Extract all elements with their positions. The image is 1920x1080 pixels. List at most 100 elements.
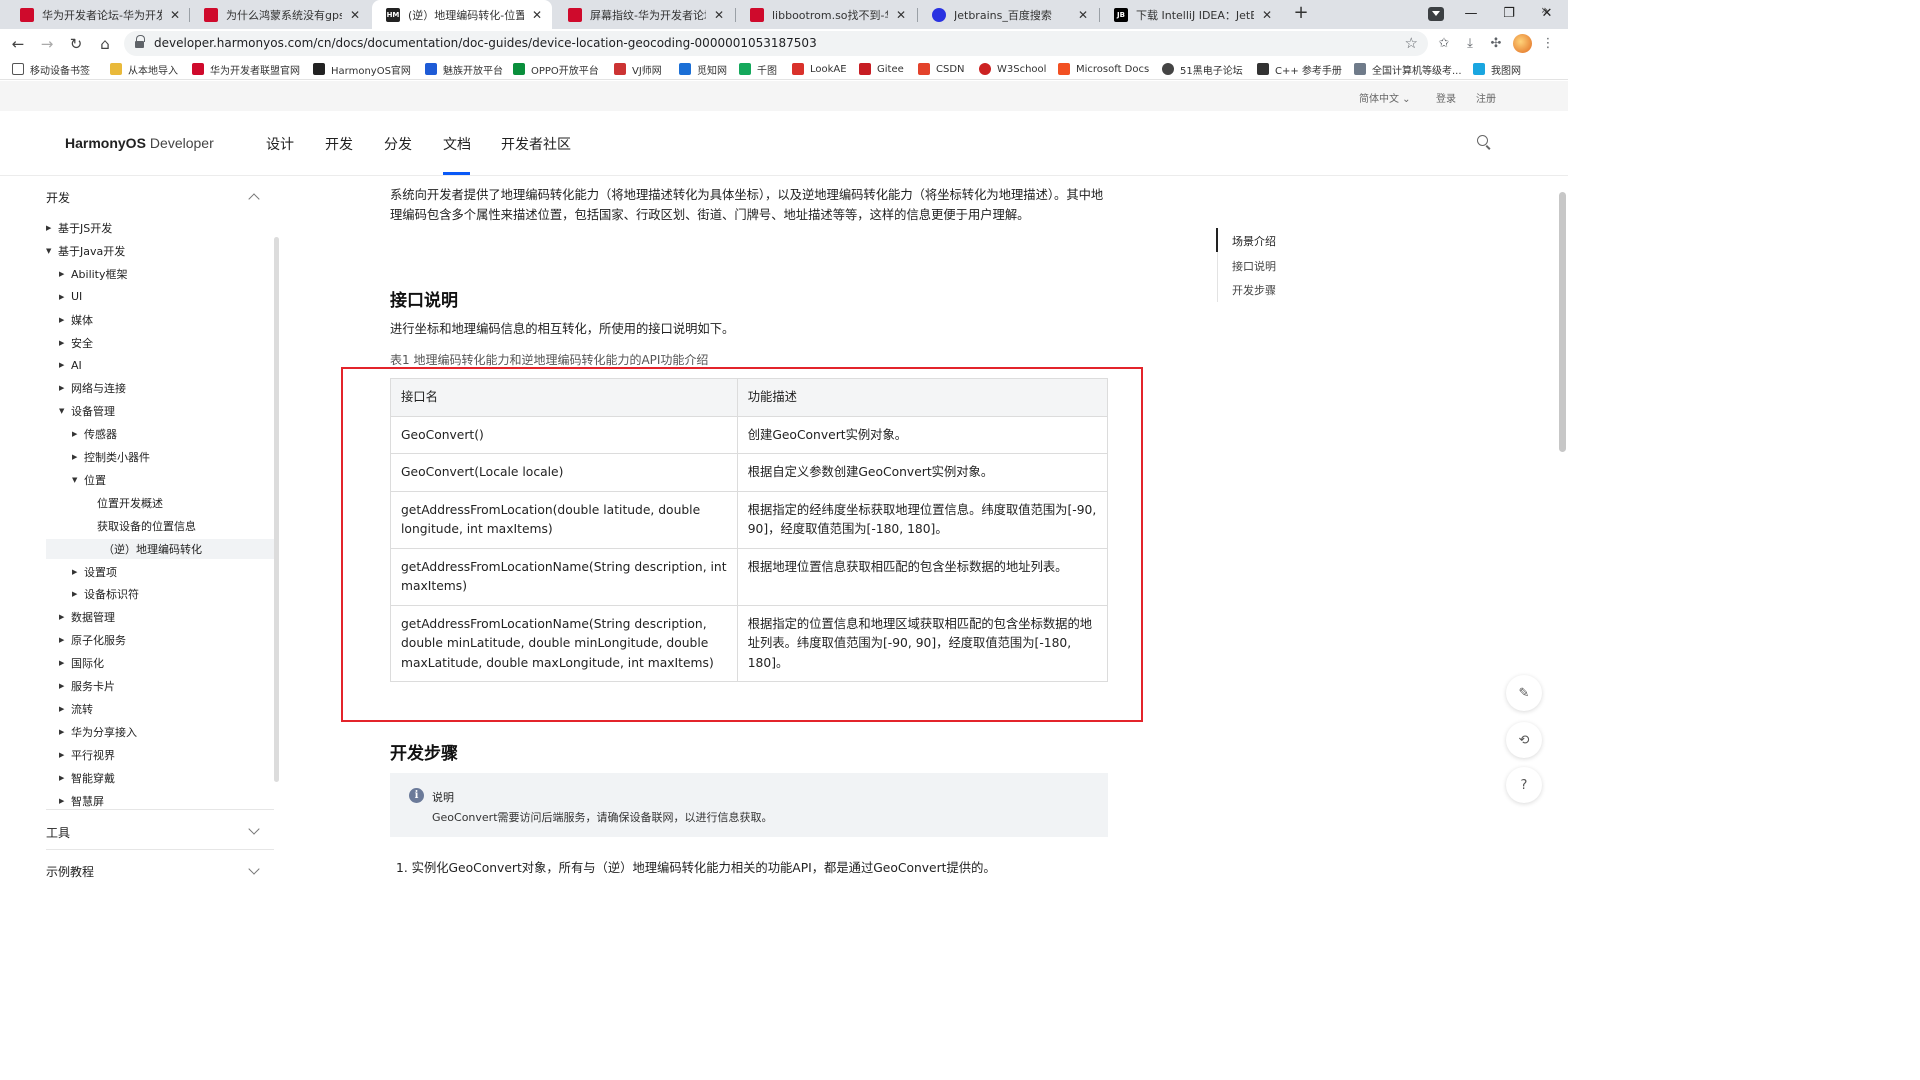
minimize-button[interactable]: — xyxy=(1452,0,1490,29)
download-icon[interactable]: ⤓ xyxy=(1460,34,1480,54)
sidebar-tree-item[interactable]: ▶ 华为分享接入 xyxy=(59,722,137,742)
address-bar[interactable]: developer.harmonyos.com/cn/docs/document… xyxy=(124,31,1428,56)
bookmark-item[interactable]: 从本地导入 xyxy=(110,61,178,77)
tab-close-icon[interactable]: ✕ xyxy=(530,8,544,22)
bookmark-item[interactable]: 我图网 xyxy=(1473,61,1521,77)
bookmarks-overflow-icon[interactable]: » xyxy=(1541,3,1548,17)
browser-tab[interactable]: JB 下载 IntelliJ IDEA：JetBrains ✕ xyxy=(1100,0,1282,29)
toc-item-steps[interactable]: 开发步骤 xyxy=(1232,282,1276,298)
chevron-up-icon[interactable] xyxy=(248,193,260,205)
browser-tab[interactable]: 屏幕指纹-华为开发者论坛 ✕ xyxy=(554,0,734,29)
sidebar-tree-item[interactable]: ▶ 控制类小器件 xyxy=(72,447,150,467)
sidebar-tree-item[interactable]: ▶ UI xyxy=(59,287,82,307)
sidebar-tree-item[interactable]: ▼ 设备管理 xyxy=(59,401,115,421)
sidebar-tree-item[interactable]: ▶ 传感器 xyxy=(72,424,117,444)
sidebar-tree-item[interactable]: ▶ 基于JS开发 xyxy=(46,218,112,238)
bookmark-item[interactable]: 千图 xyxy=(739,61,777,77)
sidebar-tree-item[interactable]: ▶ AI xyxy=(59,355,82,375)
forward-button[interactable]: → xyxy=(36,33,58,55)
bookmark-item[interactable]: 魅族开放平台 xyxy=(425,61,503,77)
restore-button[interactable]: ❐ xyxy=(1490,0,1528,29)
more-menu-icon[interactable]: ⋮ xyxy=(1538,34,1558,54)
reading-list-icon[interactable]: ✩ xyxy=(1434,34,1454,54)
sidebar-tree-item[interactable]: ▶ 设置项 xyxy=(72,562,117,582)
url-text[interactable]: developer.harmonyos.com/cn/docs/document… xyxy=(154,36,817,50)
bookmark-star-icon[interactable]: ☆ xyxy=(1405,34,1418,52)
bookmark-item[interactable]: W3School xyxy=(979,61,1046,77)
new-tab-button[interactable]: + xyxy=(1290,3,1312,25)
sidebar-tree-item[interactable]: ▶ 设备标识符 xyxy=(72,584,139,604)
sidebar-tree-item[interactable]: ▶ 原子化服务 xyxy=(59,630,126,650)
login-link[interactable]: 登录 xyxy=(1436,90,1456,105)
toc-item-api[interactable]: 接口说明 xyxy=(1232,258,1276,274)
site-logo[interactable]: HarmonyOS Developer xyxy=(65,135,214,151)
sidebar-tree-item[interactable]: ▼ 基于Java开发 xyxy=(46,241,125,261)
tab-close-icon[interactable]: ✕ xyxy=(348,8,362,22)
feedback-edit-icon[interactable]: ✎ xyxy=(1506,675,1542,711)
page-scrollbar[interactable] xyxy=(1559,192,1566,452)
tab-search-button[interactable] xyxy=(1428,7,1444,21)
sidebar-tree-item[interactable]: ▼ 位置 xyxy=(72,470,106,490)
nav-community[interactable]: 开发者社区 xyxy=(501,134,571,154)
sidebar-tree-item[interactable]: ▶ 服务卡片 xyxy=(59,676,115,696)
browser-tab[interactable]: Jetbrains_百度搜索 ✕ xyxy=(918,0,1098,29)
sidebar-section-samples[interactable]: 示例教程 xyxy=(46,863,94,880)
bookmark-item[interactable]: 51黑电子论坛 xyxy=(1162,61,1243,77)
bookmark-item[interactable]: 觅知网 xyxy=(679,61,727,77)
back-button[interactable]: ← xyxy=(7,33,29,55)
tab-close-icon[interactable]: ✕ xyxy=(1076,8,1090,22)
bookmark-item[interactable]: OPPO开放平台 xyxy=(513,61,599,77)
bookmark-item[interactable]: LookAE xyxy=(792,61,847,77)
sidebar-tree-item[interactable]: ▶ 数据管理 xyxy=(59,607,115,627)
language-selector[interactable]: 简体中文 ⌄ xyxy=(1359,90,1411,105)
sidebar-tree-item[interactable]: 位置开发概述 xyxy=(85,493,163,513)
browser-tab[interactable]: HM (逆）地理编码转化-位置-设i ✕ xyxy=(372,0,552,29)
reload-button[interactable]: ↻ xyxy=(65,33,87,55)
sidebar-tree-item[interactable]: ▶ 网络与连接 xyxy=(59,378,126,398)
bookmark-item[interactable]: 全国计算机等级考... xyxy=(1354,61,1462,77)
sidebar-tree-item[interactable]: ▶ 智能穿戴 xyxy=(59,768,115,788)
extensions-icon[interactable]: ✣ xyxy=(1486,34,1506,54)
chevron-down-icon[interactable] xyxy=(248,823,260,835)
bookmark-item[interactable]: Gitee xyxy=(859,61,904,77)
sidebar-tree-item[interactable]: 获取设备的位置信息 xyxy=(85,516,196,536)
tab-close-icon[interactable]: ✕ xyxy=(1260,8,1274,22)
bookmark-item[interactable]: Microsoft Docs xyxy=(1058,61,1149,77)
search-icon[interactable] xyxy=(1477,135,1491,149)
bookmark-item[interactable]: VJ师网 xyxy=(614,61,662,77)
sidebar-section-dev[interactable]: 开发 xyxy=(46,189,70,206)
browser-tab[interactable]: 为什么鸿蒙系统没有gpsProvi ✕ xyxy=(190,0,370,29)
nav-design[interactable]: 设计 xyxy=(266,134,294,154)
sidebar-tree-item[interactable]: ▶ 安全 xyxy=(59,333,93,353)
sidebar-tree-item[interactable]: ▶ 平行视界 xyxy=(59,745,115,765)
register-link[interactable]: 注册 xyxy=(1476,90,1496,105)
bookmark-item[interactable]: 移动设备书签 xyxy=(12,61,90,77)
tab-close-icon[interactable]: ✕ xyxy=(894,8,908,22)
sidebar-tree-item[interactable]: （逆）地理编码转化 xyxy=(46,538,274,559)
toc-item-scene[interactable]: 场景介绍 xyxy=(1232,233,1276,249)
sidebar-tree-item[interactable]: ▶ 流转 xyxy=(59,699,93,719)
nav-develop[interactable]: 开发 xyxy=(325,134,353,154)
tab-close-icon[interactable]: ✕ xyxy=(712,8,726,22)
tab-close-icon[interactable]: ✕ xyxy=(168,8,182,22)
sidebar-tree-item[interactable]: ▶ Ability框架 xyxy=(59,264,128,284)
bookmark-item[interactable]: C++ 参考手册 xyxy=(1257,61,1342,77)
huawei-favicon-icon xyxy=(750,7,764,22)
sidebar-tree-item[interactable]: ▶ 国际化 xyxy=(59,653,104,673)
bookmark-item[interactable]: HarmonyOS官网 xyxy=(313,61,411,77)
chevron-down-icon[interactable] xyxy=(248,863,260,875)
sidebar-section-tools[interactable]: 工具 xyxy=(46,824,70,841)
profile-avatar[interactable] xyxy=(1513,34,1532,53)
nav-docs[interactable]: 文档 xyxy=(443,134,471,154)
nav-distribute[interactable]: 分发 xyxy=(384,134,412,154)
bookmark-item[interactable]: CSDN xyxy=(918,61,965,77)
sidebar-tree-item[interactable]: ▶ 智慧屏 xyxy=(59,791,104,811)
browser-tab[interactable]: 华为开发者论坛-华为开发者副 ✕ xyxy=(6,0,190,29)
refresh-icon[interactable]: ⟲ xyxy=(1506,722,1542,758)
browser-tab[interactable]: libbootrom.so找不到-华为开 ✕ xyxy=(736,0,916,29)
bookmark-item[interactable]: 华为开发者联盟官网 xyxy=(192,61,300,77)
sidebar-tree-item[interactable]: ▶ 媒体 xyxy=(59,310,93,330)
home-button[interactable]: ⌂ xyxy=(94,33,116,55)
help-icon[interactable]: ? xyxy=(1506,767,1542,803)
sidebar-scrollbar[interactable] xyxy=(274,237,279,782)
